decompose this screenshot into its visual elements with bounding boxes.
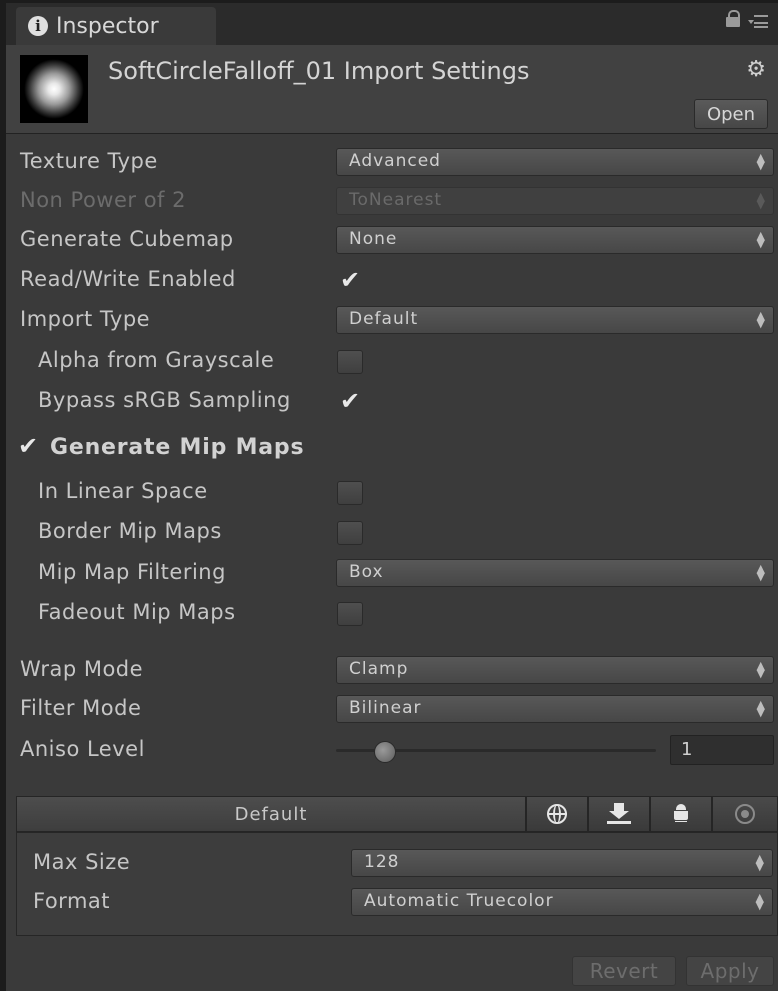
texture-type-row: Texture Type Advanced ▲ ▼: [6, 144, 778, 180]
in-linear-space-checkbox[interactable]: [337, 481, 363, 505]
wrap-mode-label: Wrap Mode: [20, 657, 144, 681]
alpha-from-grayscale-label: Alpha from Grayscale: [38, 348, 275, 372]
non-power-of-2-dropdown: ToNearest ▲ ▼: [336, 187, 774, 215]
generate-mip-maps-label: Generate Mip Maps: [50, 435, 305, 460]
bypass-srgb-sampling-checkbox[interactable]: ✔: [337, 387, 363, 415]
mip-map-filtering-value: Box: [349, 562, 384, 582]
revert-button[interactable]: Revert: [572, 956, 676, 986]
border-mip-maps-checkbox[interactable]: [337, 521, 363, 545]
generate-cubemap-label: Generate Cubemap: [20, 227, 234, 251]
import-type-label: Import Type: [20, 307, 151, 331]
asset-header: SoftCircleFalloff_01 Import Settings ⚙ O…: [6, 45, 778, 134]
apply-button[interactable]: Apply: [686, 956, 774, 986]
tab-default-platform[interactable]: Default: [16, 796, 526, 832]
max-size-dropdown[interactable]: 128 ▲ ▼: [351, 849, 773, 877]
download-icon: [607, 803, 631, 825]
open-button[interactable]: Open: [694, 99, 768, 129]
tab-console-platform[interactable]: [712, 796, 778, 832]
non-power-of-2-label: Non Power of 2: [20, 188, 186, 212]
max-size-value: 128: [364, 852, 400, 872]
filter-mode-row: Filter Mode Bilinear ▲ ▼: [6, 691, 778, 727]
generate-mip-maps-header[interactable]: ✔ Generate Mip Maps: [6, 432, 778, 468]
non-power-of-2-row: Non Power of 2 ToNearest ▲ ▼: [6, 183, 778, 219]
import-type-value: Default: [349, 309, 419, 329]
filter-mode-value: Bilinear: [349, 698, 422, 718]
checkmark-icon: ✔: [340, 387, 361, 415]
import-type-dropdown[interactable]: Default ▲ ▼: [336, 306, 774, 334]
fadeout-mip-maps-checkbox[interactable]: [337, 602, 363, 626]
read-write-enabled-label: Read/Write Enabled: [20, 267, 236, 291]
max-size-label: Max Size: [33, 850, 131, 874]
texture-type-dropdown[interactable]: Advanced ▲ ▼: [336, 148, 774, 176]
alpha-from-grayscale-checkbox[interactable]: [337, 350, 363, 374]
dropdown-arrows-icon: ▲ ▼: [756, 190, 765, 211]
fadeout-mip-maps-label: Fadeout Mip Maps: [38, 600, 236, 624]
dropdown-arrows-icon: ▲ ▼: [756, 698, 765, 719]
inspector-window: i Inspector SoftCircleFalloff_01 Import …: [6, 3, 778, 991]
checkmark-icon[interactable]: ✔: [18, 432, 38, 460]
aniso-level-label: Aniso Level: [20, 737, 145, 761]
tab-download-platform[interactable]: [588, 796, 650, 832]
tab-inspector[interactable]: i Inspector: [16, 7, 216, 45]
info-icon: i: [28, 16, 48, 36]
format-value: Automatic Truecolor: [364, 891, 554, 911]
aniso-level-row: Aniso Level 1: [6, 732, 778, 768]
in-linear-space-label: In Linear Space: [38, 479, 208, 503]
asset-title: SoftCircleFalloff_01 Import Settings: [108, 57, 530, 85]
android-icon: [673, 803, 689, 825]
dropdown-arrows-icon: ▲ ▼: [756, 151, 765, 172]
filter-mode-label: Filter Mode: [20, 696, 142, 720]
platform-tab-bar: Default: [16, 796, 778, 832]
read-write-enabled-row: Read/Write Enabled ✔: [6, 262, 778, 298]
gear-icon[interactable]: ⚙: [746, 57, 766, 82]
mip-map-filtering-dropdown[interactable]: Box ▲ ▼: [336, 559, 774, 587]
format-row: Format Automatic Truecolor ▲ ▼: [17, 884, 777, 920]
mip-map-filtering-row: Mip Map Filtering Box ▲ ▼: [6, 555, 778, 591]
context-menu-icon[interactable]: [748, 15, 768, 29]
non-power-of-2-value: ToNearest: [349, 190, 443, 210]
dropdown-arrows-icon: ▲ ▼: [756, 229, 765, 250]
console-icon: [735, 804, 755, 824]
aniso-level-input[interactable]: 1: [670, 735, 774, 765]
fadeout-mip-maps-row: Fadeout Mip Maps: [6, 595, 778, 631]
dropdown-arrows-icon: ▲ ▼: [756, 659, 765, 680]
aniso-level-slider[interactable]: [336, 741, 656, 763]
max-size-row: Max Size 128 ▲ ▼: [17, 845, 777, 881]
checkmark-icon: ✔: [340, 266, 361, 294]
texture-type-value: Advanced: [349, 151, 441, 171]
tab-standalone-platform[interactable]: [526, 796, 588, 832]
mip-map-filtering-label: Mip Map Filtering: [38, 560, 226, 584]
wrap-mode-dropdown[interactable]: Clamp ▲ ▼: [336, 656, 774, 684]
texture-type-label: Texture Type: [20, 149, 158, 173]
platform-settings-panel: Max Size 128 ▲ ▼ Format Automatic Truecol…: [16, 832, 778, 936]
dropdown-arrows-icon: ▲ ▼: [756, 309, 765, 330]
import-type-row: Import Type Default ▲ ▼: [6, 302, 778, 338]
bypass-srgb-sampling-label: Bypass sRGB Sampling: [38, 388, 291, 412]
format-dropdown[interactable]: Automatic Truecolor ▲ ▼: [351, 888, 773, 916]
tab-bar: i Inspector: [6, 3, 778, 45]
slider-thumb[interactable]: [374, 741, 397, 763]
wrap-mode-row: Wrap Mode Clamp ▲ ▼: [6, 652, 778, 688]
generate-cubemap-dropdown[interactable]: None ▲ ▼: [336, 226, 774, 254]
dropdown-arrows-icon: ▲ ▼: [756, 562, 765, 583]
lock-icon[interactable]: [726, 10, 740, 28]
format-label: Format: [33, 889, 111, 913]
generate-cubemap-value: None: [349, 229, 398, 249]
dropdown-arrows-icon: ▲ ▼: [755, 852, 764, 873]
bypass-srgb-sampling-row: Bypass sRGB Sampling ✔: [6, 383, 778, 419]
read-write-enabled-checkbox[interactable]: ✔: [337, 266, 363, 294]
tab-title: Inspector: [56, 13, 159, 39]
wrap-mode-value: Clamp: [349, 659, 409, 679]
globe-icon: [547, 804, 567, 824]
generate-cubemap-row: Generate Cubemap None ▲ ▼: [6, 222, 778, 258]
tab-android-platform[interactable]: [650, 796, 712, 832]
filter-mode-dropdown[interactable]: Bilinear ▲ ▼: [336, 695, 774, 723]
dropdown-arrows-icon: ▲ ▼: [755, 891, 764, 912]
texture-preview-thumbnail: [20, 55, 88, 123]
alpha-from-grayscale-row: Alpha from Grayscale: [6, 343, 778, 379]
border-mip-maps-label: Border Mip Maps: [38, 519, 222, 543]
aniso-level-value: 1: [681, 739, 693, 760]
in-linear-space-row: In Linear Space: [6, 474, 778, 510]
border-mip-maps-row: Border Mip Maps: [6, 514, 778, 550]
